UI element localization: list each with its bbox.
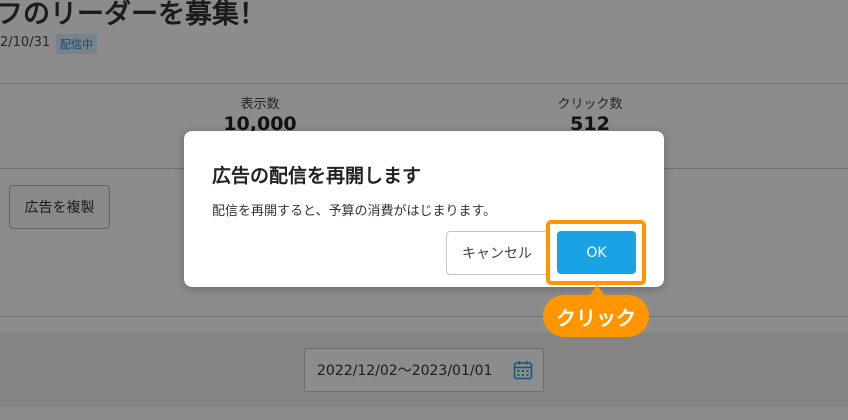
resume-confirm-dialog: 広告の配信を再開します 配信を再開すると、予算の消費がはじまります。 キャンセル… [184,131,664,287]
click-callout: クリック [543,295,649,337]
dialog-title: 広告の配信を再開します [212,165,422,187]
ok-button[interactable]: OK [557,231,636,274]
dialog-message: 配信を再開すると、予算の消費がはじまります。 [212,204,497,219]
cancel-button[interactable]: キャンセル [446,231,548,275]
